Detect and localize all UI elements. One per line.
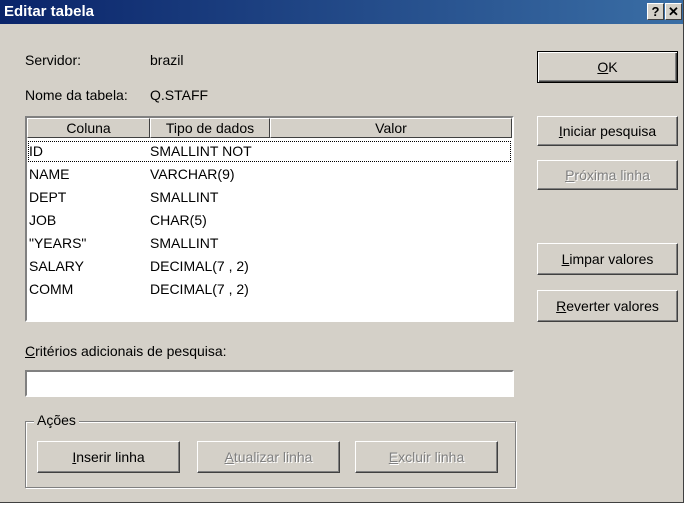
criteria-label-accesskey: C [25, 343, 36, 359]
update-row-button[interactable]: Atualizar linha [197, 441, 340, 473]
column-header-valor[interactable]: Valor [270, 118, 512, 138]
table-name-label: Nome da tabela: [25, 87, 128, 103]
ok-button[interactable]: OK [537, 51, 678, 83]
row-column-name: "YEARS" [29, 235, 87, 251]
row-data-type: DECIMAL(7 , 2) [150, 281, 249, 297]
criteria-label-text: ritérios adicionais de pesquisa: [35, 343, 227, 359]
row-column-name: NAME [29, 166, 70, 182]
table-row[interactable]: SALARY DECIMAL(7 , 2) [27, 255, 512, 278]
start-search-button[interactable]: Iniciar pesquisa [537, 116, 678, 146]
criteria-label: Critérios adicionais de pesquisa: [25, 343, 227, 359]
table-row[interactable]: NAME VARCHAR(9) [27, 163, 512, 186]
criteria-input[interactable] [25, 370, 514, 397]
edit-table-dialog: Editar tabela ? ✕ Servidor: brazil Nome … [0, 0, 684, 503]
row-data-type: VARCHAR(9) [150, 166, 235, 182]
row-data-type: SMALLINT [150, 189, 219, 205]
row-column-name: ID [29, 143, 43, 159]
close-button[interactable]: ✕ [665, 3, 682, 20]
table-name-value: Q.STAFF [150, 87, 209, 103]
server-label: Servidor: [25, 52, 82, 68]
table-row[interactable]: COMM DECIMAL(7 , 2) [27, 278, 512, 301]
revert-values-button[interactable]: Reverter valores [537, 290, 678, 322]
next-row-button[interactable]: Próxima linha [537, 160, 678, 190]
column-list[interactable]: Coluna Tipo de dados Valor ID SMALLINT N… [25, 116, 514, 322]
row-column-name: DEPT [29, 189, 67, 205]
row-data-type: SMALLINT NOT [150, 143, 252, 159]
column-header-tipo[interactable]: Tipo de dados [150, 118, 270, 138]
delete-row-button[interactable]: Excluir linha [355, 441, 498, 473]
row-data-type: SMALLINT [150, 235, 219, 251]
column-header-coluna[interactable]: Coluna [27, 118, 150, 138]
table-row[interactable]: "YEARS" SMALLINT [27, 232, 512, 255]
table-row[interactable]: ID SMALLINT NOT [27, 140, 512, 163]
insert-row-button[interactable]: Inserir linha [37, 441, 180, 473]
table-row[interactable]: JOB CHAR(5) [27, 209, 512, 232]
row-data-type: CHAR(5) [150, 212, 207, 228]
clear-values-button[interactable]: Limpar valores [537, 243, 678, 275]
row-column-name: SALARY [29, 258, 84, 274]
row-column-name: COMM [29, 281, 74, 297]
row-column-name: JOB [29, 212, 57, 228]
actions-legend: Ações [34, 412, 79, 428]
title-bar[interactable]: Editar tabela ? ✕ [0, 0, 683, 24]
help-button[interactable]: ? [647, 3, 664, 20]
table-row[interactable]: DEPT SMALLINT [27, 186, 512, 209]
server-value: brazil [150, 52, 184, 68]
row-data-type: DECIMAL(7 , 2) [150, 258, 249, 274]
window-title: Editar tabela [4, 3, 95, 20]
